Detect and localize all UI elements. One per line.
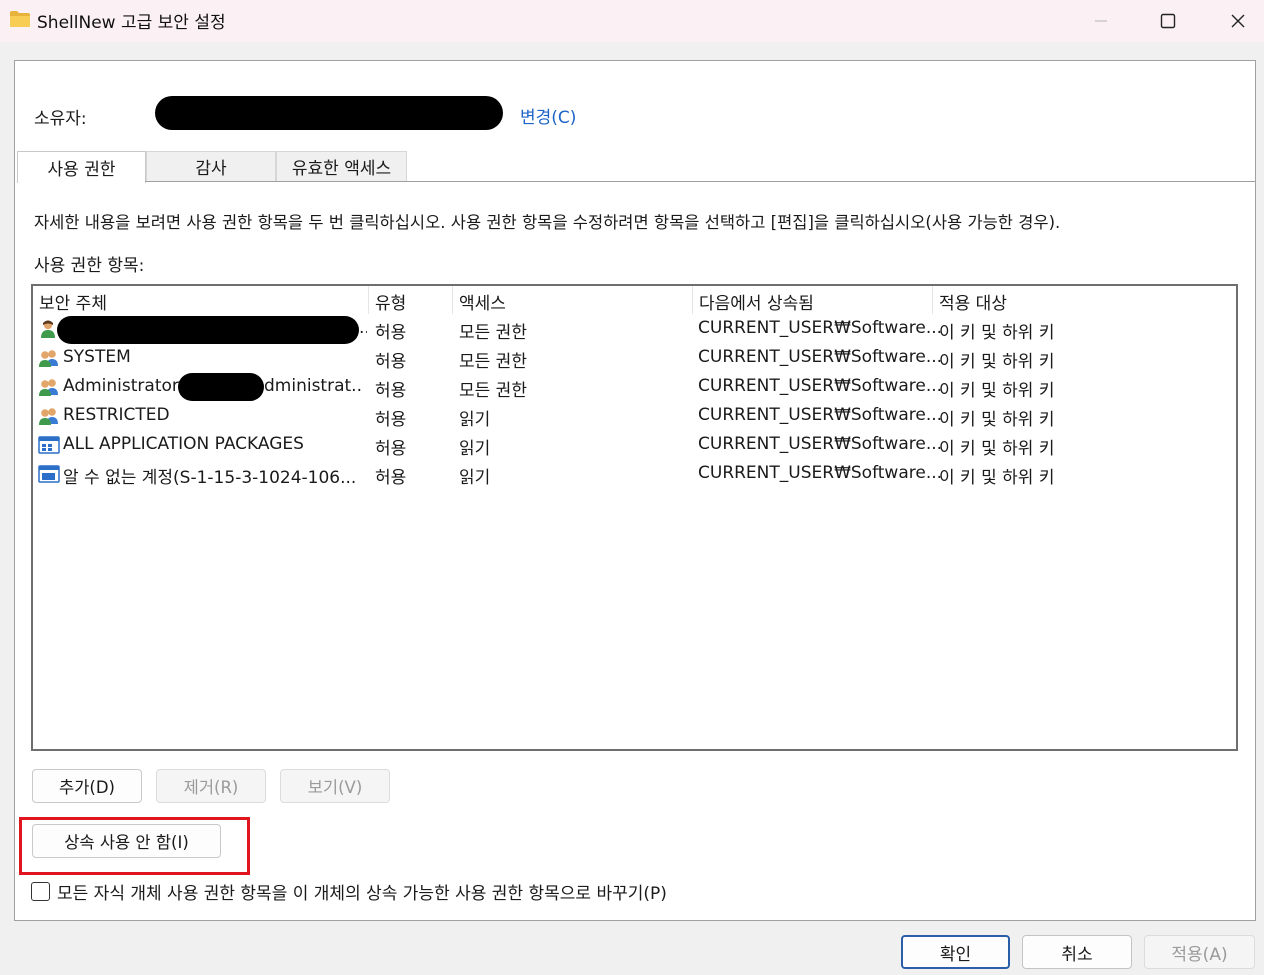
entry-inherited-from: CURRENT_USER₩Software... [698,376,943,396]
apply-button[interactable]: 적용(A) [1144,935,1255,969]
column-header-applies-to[interactable]: 적용 대상 [939,289,1007,314]
entry-type: 허용 [375,410,407,430]
close-icon [1231,14,1245,28]
view-button[interactable]: 보기(V) [280,769,390,803]
principal-name: Administrators [63,376,188,396]
permission-entries-list[interactable]: 보안 주체 유형 액세스 다음에서 상속됨 적용 대상 .. 허용 모든 권한 … [31,284,1238,751]
entry-inherited-from: CURRENT_USER₩Software... [698,434,943,454]
principal-name: .. [359,318,367,338]
table-row[interactable]: ALL APPLICATION PACKAGES 허용 읽기 CURRENT_U… [33,430,1236,459]
principal-name: ALL APPLICATION PACKAGES [63,434,304,454]
permission-entries-label: 사용 권한 항목: [34,256,145,276]
entry-applies-to: 이 키 및 하위 키 [939,323,1055,343]
entry-type: 허용 [375,439,407,459]
principal-name: 알 수 없는 계정(S-1-15-3-1024-106... [63,468,357,488]
entry-inherited-from: CURRENT_USER₩Software... [698,318,943,338]
cancel-button[interactable]: 취소 [1022,935,1132,969]
entry-type: 허용 [375,381,407,401]
entry-applies-to: 이 키 및 하위 키 [939,352,1055,372]
remove-button[interactable]: 제거(R) [156,769,266,803]
app-packages-icon [38,435,60,455]
entry-access: 읽기 [459,410,491,430]
app-packages-icon [38,464,60,484]
column-separator[interactable] [692,286,693,314]
column-header-access[interactable]: 액세스 [459,289,506,314]
entry-applies-to: 이 키 및 하위 키 [939,468,1055,488]
column-header-type[interactable]: 유형 [375,289,406,314]
maximize-button[interactable] [1133,0,1203,42]
entry-applies-to: 이 키 및 하위 키 [939,410,1055,430]
window-title: ShellNew 고급 보안 설정 [37,13,226,33]
entry-type: 허용 [375,323,407,343]
tab-bar: 사용 권한 감사 유효한 액세스 [17,151,407,183]
principal-redaction [57,316,359,344]
table-row[interactable]: Administrators dministrat... 허용 모든 권한 CU… [33,372,1236,401]
entry-inherited-from: CURRENT_USER₩Software... [698,405,943,425]
group-icon [38,406,60,426]
ok-button[interactable]: 확인 [901,935,1010,969]
entry-access: 읽기 [459,468,491,488]
entry-type: 허용 [375,352,407,372]
title-bar: ShellNew 고급 보안 설정 [0,0,1264,42]
tab-effective-access[interactable]: 유효한 액세스 [276,151,407,181]
entry-access: 모든 권한 [459,381,527,401]
tab-divider [145,181,1255,182]
entry-access: 읽기 [459,439,491,459]
settings-panel: 소유자: 변경(C) 사용 권한 감사 유효한 액세스 자세한 내용을 보려면 … [14,60,1256,921]
entry-inherited-from: CURRENT_USER₩Software... [698,347,943,367]
replace-child-permissions-checkbox[interactable]: 모든 자식 개체 사용 권한 항목을 이 개체의 상속 가능한 사용 권한 항목… [31,879,667,904]
column-separator[interactable] [368,286,369,314]
tab-permissions[interactable]: 사용 권한 [17,151,146,183]
checkbox-box[interactable] [31,881,50,901]
minimize-button[interactable] [1066,0,1136,42]
entry-type: 허용 [375,468,407,488]
principal-name: SYSTEM [63,347,131,367]
instructions-text: 자세한 내용을 보려면 사용 권한 항목을 두 번 클릭하십시오. 사용 권한 … [34,213,1061,232]
table-row[interactable]: 알 수 없는 계정(S-1-15-3-1024-106... 허용 읽기 CUR… [33,459,1236,488]
entry-access: 모든 권한 [459,352,527,372]
column-separator[interactable] [932,286,933,314]
table-row[interactable]: .. 허용 모든 권한 CURRENT_USER₩Software... 이 키… [33,314,1236,344]
group-icon [38,348,60,368]
entry-access: 모든 권한 [459,323,527,343]
owner-label: 소유자: [34,109,87,129]
column-header-principal[interactable]: 보안 주체 [39,289,107,314]
principal-redaction [178,373,264,401]
tab-auditing[interactable]: 감사 [146,151,276,181]
principal-name-suffix: dministrat... [264,376,362,396]
owner-redaction [155,96,503,130]
change-owner-link[interactable]: 변경(C) [520,103,576,128]
disable-inheritance-button[interactable]: 상속 사용 안 함(I) [32,824,221,858]
maximize-icon [1160,13,1176,29]
column-separator[interactable] [452,286,453,314]
column-header-inherited-from[interactable]: 다음에서 상속됨 [699,289,814,314]
entry-applies-to: 이 키 및 하위 키 [939,381,1055,401]
checkbox-label: 모든 자식 개체 사용 권한 항목을 이 개체의 상속 가능한 사용 권한 항목… [57,883,667,904]
group-icon [38,377,60,397]
minimize-icon [1095,20,1107,22]
folder-icon [9,10,31,28]
entry-inherited-from: CURRENT_USER₩Software... [698,463,943,483]
add-button[interactable]: 추가(D) [32,769,142,803]
principal-name: RESTRICTED [63,405,170,425]
close-button[interactable] [1203,0,1264,42]
table-row[interactable]: SYSTEM 허용 모든 권한 CURRENT_USER₩Software...… [33,343,1236,372]
entry-applies-to: 이 키 및 하위 키 [939,439,1055,459]
table-row[interactable]: RESTRICTED 허용 읽기 CURRENT_USER₩Software..… [33,401,1236,430]
list-header: 보안 주체 유형 액세스 다음에서 상속됨 적용 대상 [33,286,1236,314]
